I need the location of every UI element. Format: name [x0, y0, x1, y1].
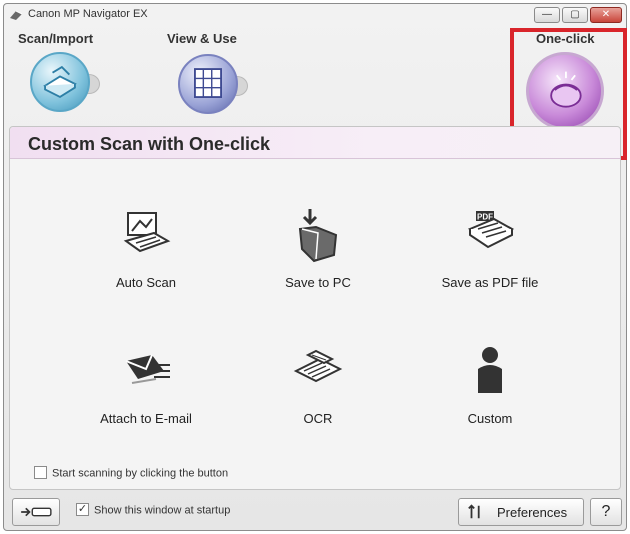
nav-view-use-button[interactable]: [178, 54, 250, 120]
ocr-icon: [293, 349, 343, 383]
scan-icon: [30, 52, 90, 112]
collapse-arrow-icon: [21, 507, 52, 517]
title-bar: Canon MP Navigator EX — ▢ ✕: [4, 4, 626, 26]
collapse-window-button[interactable]: [12, 498, 60, 526]
panel-header: Custom Scan with One-click: [10, 127, 620, 159]
maximize-button[interactable]: ▢: [562, 7, 588, 23]
auto-scan-label: Auto Scan: [116, 275, 176, 290]
email-attach-icon: [125, 354, 170, 384]
auto-scan-icon: [123, 212, 171, 253]
attach-email-label: Attach to E-mail: [100, 411, 192, 426]
preferences-button[interactable]: Preferences: [458, 498, 584, 526]
nav-view-use-label: View & Use: [167, 31, 237, 46]
show-window-checkbox[interactable]: ✓: [76, 503, 89, 516]
window-title: Canon MP Navigator EX: [28, 8, 148, 20]
pdf-file-icon: PDF: [467, 211, 515, 249]
save-as-pdf-button[interactable]: PDF Save as PDF file: [400, 205, 580, 315]
show-window-label: Show this window at startup: [94, 504, 231, 517]
custom-scan-panel: Custom Scan with One-click Auto Scan Sav…: [9, 126, 621, 490]
preferences-label: Preferences: [497, 505, 568, 520]
save-as-pdf-label: Save as PDF file: [441, 275, 539, 290]
start-scanning-option[interactable]: Start scanning by clicking the button: [34, 466, 229, 480]
ocr-button[interactable]: OCR: [228, 341, 408, 451]
show-window-option[interactable]: ✓ Show this window at startup: [76, 503, 231, 517]
save-to-pc-label: Save to PC: [285, 275, 351, 290]
start-scanning-label: Start scanning by clicking the button: [52, 467, 229, 480]
preferences-icon: [468, 504, 480, 519]
save-to-pc-button[interactable]: Save to PC: [228, 205, 408, 315]
nav-scan-import-button[interactable]: [30, 52, 102, 118]
save-to-pc-icon: [298, 209, 338, 263]
custom-button[interactable]: Custom: [400, 341, 580, 451]
panel-title: Custom Scan with One-click: [28, 134, 271, 154]
app-icon: [10, 10, 23, 20]
nav-scan-import-label: Scan/Import: [18, 31, 94, 46]
app-window: Canon MP Navigator EX — ▢ ✕ Scan/Import …: [3, 3, 627, 531]
view-use-icon: [178, 54, 238, 114]
auto-scan-button[interactable]: Auto Scan: [56, 205, 236, 315]
custom-label: Custom: [467, 411, 513, 426]
minimize-button[interactable]: —: [534, 7, 560, 23]
ocr-label: OCR: [303, 411, 333, 426]
start-scanning-checkbox[interactable]: [34, 466, 47, 479]
person-icon: [478, 347, 502, 393]
close-button[interactable]: ✕: [590, 7, 622, 23]
attach-email-button[interactable]: Attach to E-mail: [56, 341, 236, 451]
help-button[interactable]: ?: [590, 498, 622, 526]
